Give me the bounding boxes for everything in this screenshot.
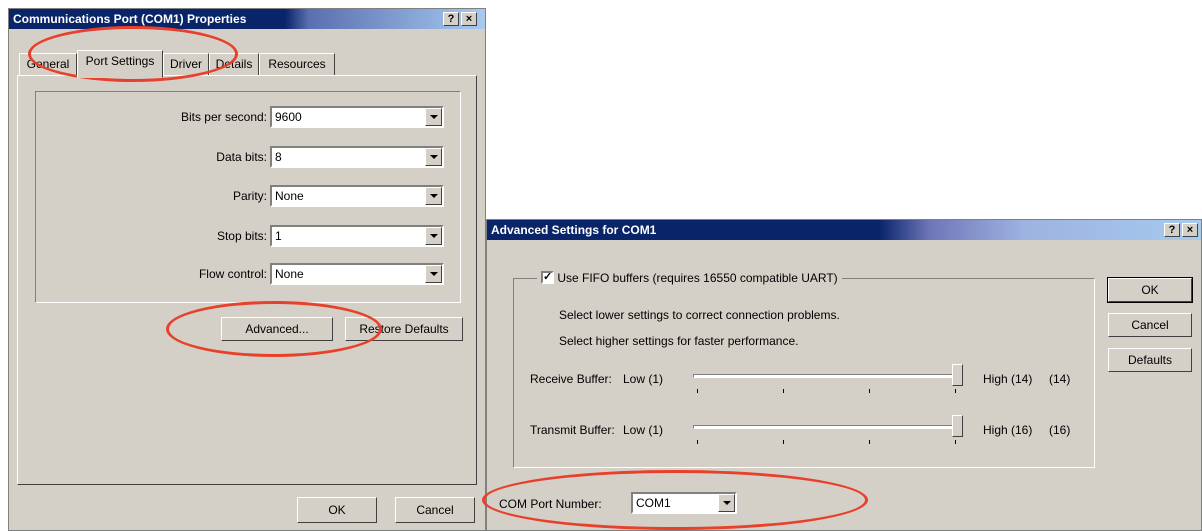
data-bits-value: 8 xyxy=(275,150,282,164)
tab-details[interactable]: Details xyxy=(209,53,259,76)
stop-bits-select[interactable]: 1 xyxy=(270,225,444,247)
tab-resources[interactable]: Resources xyxy=(259,53,335,76)
flow-control-label: Flow control: xyxy=(198,267,267,281)
fifo-checkbox-label: Use FIFO buffers (requires 16550 compati… xyxy=(557,270,838,285)
hint-lower-text: Select lower settings to correct connect… xyxy=(559,308,840,322)
ok-button[interactable]: OK xyxy=(297,497,377,523)
slider-tick xyxy=(869,440,870,444)
slider-tick xyxy=(697,440,698,444)
parity-label: Parity: xyxy=(232,189,267,203)
data-bits-label: Data bits: xyxy=(216,150,267,164)
chevron-down-icon[interactable] xyxy=(425,265,442,283)
chevron-down-icon[interactable] xyxy=(718,494,735,512)
defaults-button[interactable]: Defaults xyxy=(1108,348,1192,372)
help-button[interactable]: ? xyxy=(443,12,459,26)
slider-tick xyxy=(697,389,698,393)
receive-low-label: Low (1) xyxy=(623,372,664,386)
slider-tick xyxy=(869,389,870,393)
data-bits-select[interactable]: 8 xyxy=(270,146,444,168)
bits-per-second-value: 9600 xyxy=(275,110,302,124)
advanced-settings-dialog: Advanced Settings for COM1 ? × ✓ Use FIF… xyxy=(486,219,1202,531)
receive-current-value: (14) xyxy=(1049,372,1071,386)
help-button[interactable]: ? xyxy=(1164,223,1180,237)
tab-port-settings[interactable]: Port Settings xyxy=(77,50,163,78)
close-button[interactable]: × xyxy=(1182,223,1198,237)
slider-tick xyxy=(783,440,784,444)
receive-high-label: High (14) xyxy=(983,372,1033,386)
bits-per-second-select[interactable]: 9600 xyxy=(270,106,444,128)
chevron-down-icon[interactable] xyxy=(425,227,442,245)
transmit-low-label: Low (1) xyxy=(623,423,664,437)
parity-value: None xyxy=(275,189,304,203)
com1-properties-dialog: Communications Port (COM1) Properties ? … xyxy=(8,8,486,531)
advanced-button[interactable]: Advanced... xyxy=(221,317,333,341)
receive-buffer-slider[interactable] xyxy=(693,364,963,394)
fifo-checkbox[interactable]: ✓ xyxy=(541,271,554,285)
receive-buffer-label: Receive Buffer: xyxy=(530,372,612,386)
dialog-title: Advanced Settings for COM1 xyxy=(491,223,657,237)
slider-tick xyxy=(955,440,956,444)
chevron-down-icon[interactable] xyxy=(425,148,442,166)
transmit-buffer-slider[interactable] xyxy=(693,415,963,445)
title-bar[interactable]: Communications Port (COM1) Properties xyxy=(9,9,485,29)
tab-driver[interactable]: Driver xyxy=(163,53,209,76)
com-port-number-value: COM1 xyxy=(636,496,671,510)
slider-tick xyxy=(783,389,784,393)
transmit-current-value: (16) xyxy=(1049,423,1071,437)
restore-defaults-button[interactable]: Restore Defaults xyxy=(345,317,463,341)
tab-general[interactable]: General xyxy=(19,53,77,76)
cancel-button[interactable]: Cancel xyxy=(1108,313,1192,337)
flow-control-select[interactable]: None xyxy=(270,263,444,285)
chevron-down-icon[interactable] xyxy=(425,108,442,126)
hint-higher-text: Select higher settings for faster perfor… xyxy=(559,334,799,348)
transmit-high-label: High (16) xyxy=(983,423,1033,437)
dialog-title: Communications Port (COM1) Properties xyxy=(13,12,247,26)
slider-thumb[interactable] xyxy=(952,415,963,437)
flow-control-value: None xyxy=(275,267,304,281)
cancel-button[interactable]: Cancel xyxy=(395,497,475,523)
slider-track xyxy=(693,374,963,378)
fifo-checkbox-row[interactable]: ✓ Use FIFO buffers (requires 16550 compa… xyxy=(537,270,842,286)
transmit-buffer-label: Transmit Buffer: xyxy=(530,423,615,437)
bits-per-second-label: Bits per second: xyxy=(180,110,267,124)
parity-select[interactable]: None xyxy=(270,185,444,207)
com-port-number-label: COM Port Number: xyxy=(499,497,602,511)
stop-bits-label: Stop bits: xyxy=(216,229,267,243)
title-bar[interactable]: Advanced Settings for COM1 xyxy=(487,220,1201,240)
stop-bits-value: 1 xyxy=(275,229,282,243)
close-button[interactable]: × xyxy=(461,12,477,26)
chevron-down-icon[interactable] xyxy=(425,187,442,205)
com-port-number-select[interactable]: COM1 xyxy=(631,492,737,514)
slider-thumb[interactable] xyxy=(952,364,963,386)
slider-track xyxy=(693,425,963,429)
ok-button[interactable]: OK xyxy=(1107,277,1193,303)
slider-tick xyxy=(955,389,956,393)
